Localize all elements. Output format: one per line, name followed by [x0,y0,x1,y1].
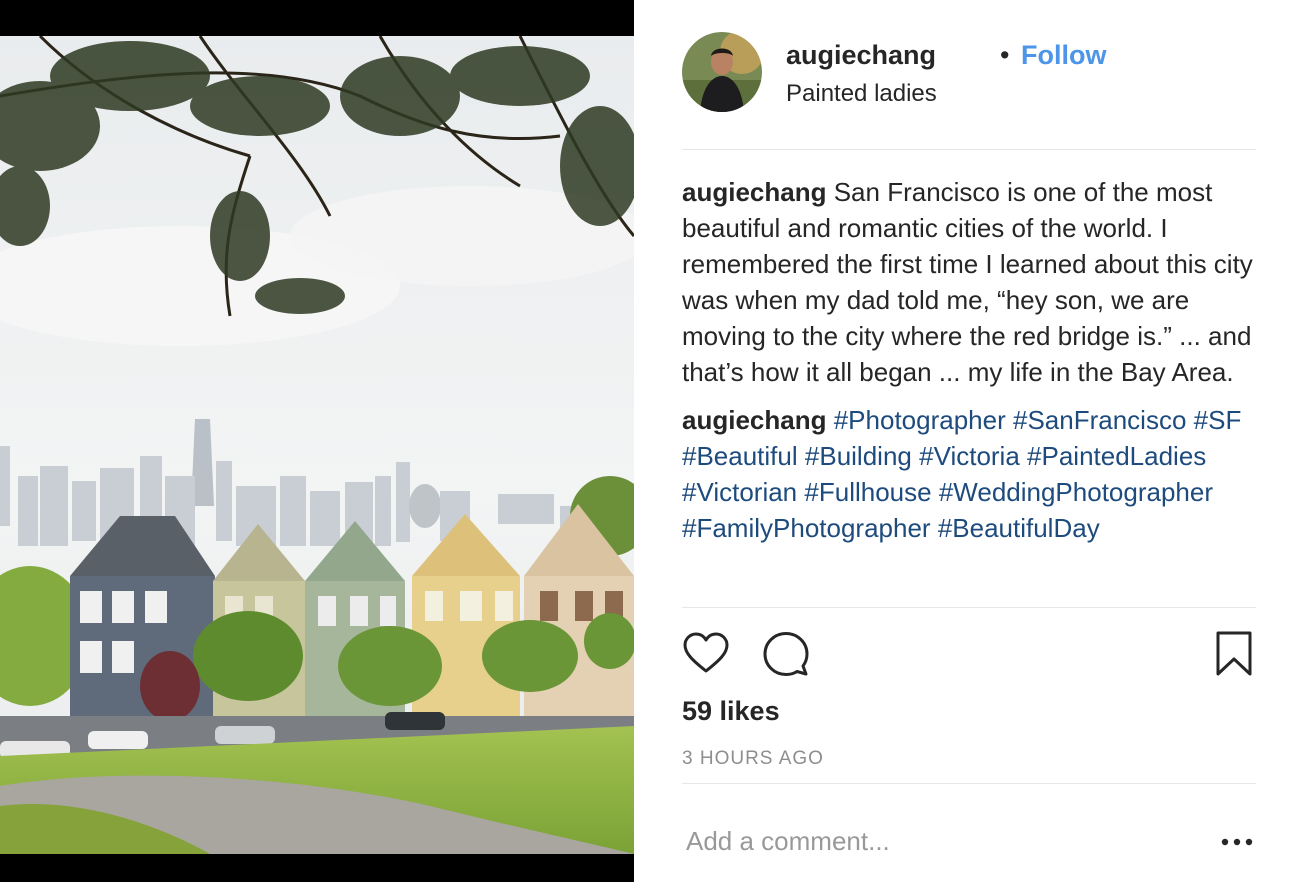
painted-ladies-photo [0,36,634,854]
hashtag-link[interactable]: #Victoria [919,441,1020,471]
location-link[interactable]: Painted ladies [786,80,937,108]
hashtag-link[interactable]: #SF [1194,405,1242,435]
hashtag-link[interactable]: #WeddingPhotographer [939,477,1213,507]
bookmark-icon[interactable] [1210,630,1258,678]
likes-count[interactable]: 59 likes [682,696,780,727]
speech-bubble-icon[interactable] [762,630,810,678]
hashtag-link[interactable]: #BeautifulDay [938,513,1100,543]
hashtag-comment: augiechang #Photographer #SanFrancisco #… [682,402,1256,546]
header-divider [682,149,1256,150]
footer-divider [682,783,1256,784]
hashtag-link[interactable]: #SanFrancisco [1013,405,1186,435]
action-bar [682,630,1256,678]
separator-dot: • [1000,40,1010,70]
comment-username[interactable]: augiechang [682,405,826,435]
comments-list[interactable]: augiechang San Francisco is one of the m… [682,174,1256,606]
photo-panel [0,0,634,882]
avatar[interactable] [682,32,762,112]
follow-button[interactable]: Follow [1021,40,1106,71]
hashtag-link[interactable]: #Beautiful [682,441,798,471]
comments-divider [682,607,1256,608]
hashtag-link[interactable]: #Building [805,441,912,471]
hashtag-link[interactable]: #Victorian [682,477,797,507]
hashtag-link[interactable]: #FamilyPhotographer [682,513,931,543]
post-header: augiechang • Follow Painted ladies [682,32,1256,112]
hashtag-link[interactable]: #Fullhouse [804,477,931,507]
hashtag-link[interactable]: #PaintedLadies [1027,441,1206,471]
post-timestamp: 3 HOURS AGO [682,748,824,769]
post-photo[interactable] [0,36,634,854]
profile-photo [682,32,762,112]
caption-text: San Francisco is one of the most beautif… [682,177,1253,387]
add-comment-input[interactable] [686,822,1186,860]
comment-username[interactable]: augiechang [682,177,826,207]
caption-comment: augiechang San Francisco is one of the m… [682,174,1256,390]
ellipsis-icon[interactable] [1220,830,1254,854]
post-details-panel: augiechang • Follow Painted ladies augie… [634,0,1290,882]
hashtag-link[interactable]: #Photographer [834,405,1006,435]
heart-icon[interactable] [682,630,730,678]
username[interactable]: augiechang [786,40,936,71]
